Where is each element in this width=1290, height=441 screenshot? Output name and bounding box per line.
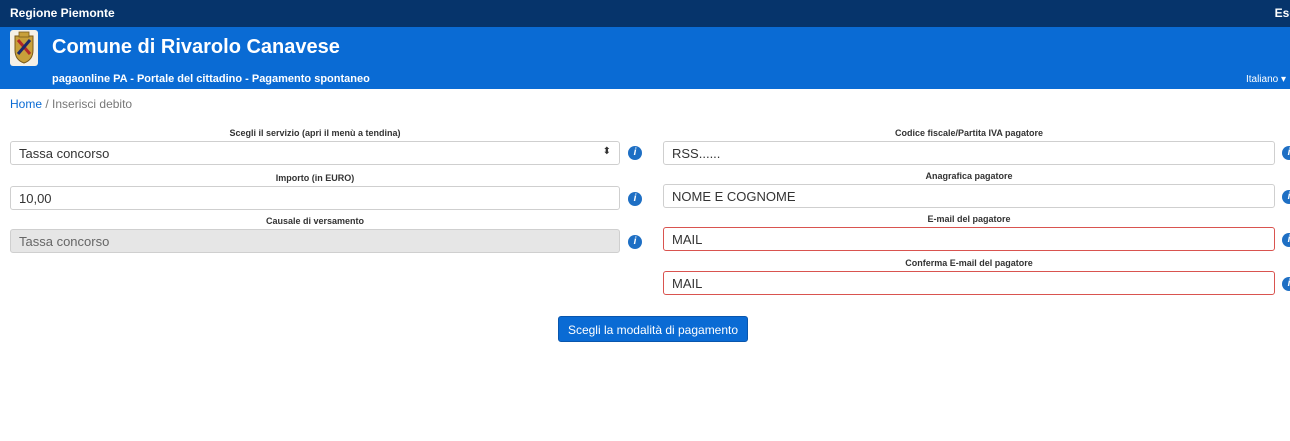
taxcode-input[interactable]: RSS......: [663, 141, 1275, 165]
taxcode-label: Codice fiscale/Partita IVA pagatore: [894, 128, 1044, 138]
info-icon[interactable]: i: [1282, 146, 1290, 160]
payer-name-label: Anagrafica pagatore: [925, 171, 1013, 181]
info-icon[interactable]: i: [628, 235, 642, 249]
reason-label: Causale di versamento: [265, 216, 365, 226]
choose-payment-method-button[interactable]: Scegli la modalità di pagamento: [558, 316, 748, 342]
municipality-crest-logo: [10, 30, 38, 66]
service-select[interactable]: Tassa concorso ⬍: [10, 141, 620, 165]
amount-label: Importo (in EURO): [275, 173, 355, 183]
exit-link[interactable]: Esc: [1275, 6, 1290, 20]
service-label: Scegli il servizio (apri il menù a tendi…: [229, 128, 401, 138]
site-header: Comune di Rivarolo Canavese pagaonline P…: [0, 27, 1290, 89]
info-icon[interactable]: i: [628, 192, 642, 206]
email-input[interactable]: MAIL: [663, 227, 1275, 251]
top-bar: Regione Piemonte Esc: [0, 0, 1290, 27]
email-confirm-label: Conferma E-mail del pagatore: [905, 258, 1033, 268]
breadcrumb-home-link[interactable]: Home: [10, 97, 42, 111]
breadcrumb-separator: /: [45, 97, 49, 111]
page-title: Comune di Rivarolo Canavese: [52, 36, 340, 58]
region-label: Regione Piemonte: [10, 6, 115, 20]
portal-subtitle: pagaonline PA - Portale del cittadino - …: [52, 73, 370, 85]
email-label: E-mail del pagatore: [927, 214, 1011, 224]
info-icon[interactable]: i: [1282, 233, 1290, 247]
info-icon[interactable]: i: [1282, 277, 1290, 291]
breadcrumb: Home / Inserisci debito: [10, 97, 132, 111]
email-confirm-input[interactable]: MAIL: [663, 271, 1275, 295]
amount-input[interactable]: 10,00: [10, 186, 620, 210]
service-select-value: Tassa concorso: [19, 146, 110, 161]
language-selector[interactable]: Italiano ▾: [1246, 74, 1286, 85]
select-arrows-icon: ⬍: [602, 146, 611, 157]
info-icon[interactable]: i: [1282, 190, 1290, 204]
reason-input: Tassa concorso: [10, 229, 620, 253]
payer-name-input[interactable]: NOME E COGNOME: [663, 184, 1275, 208]
breadcrumb-current: Inserisci debito: [52, 97, 133, 111]
info-icon[interactable]: i: [628, 146, 642, 160]
